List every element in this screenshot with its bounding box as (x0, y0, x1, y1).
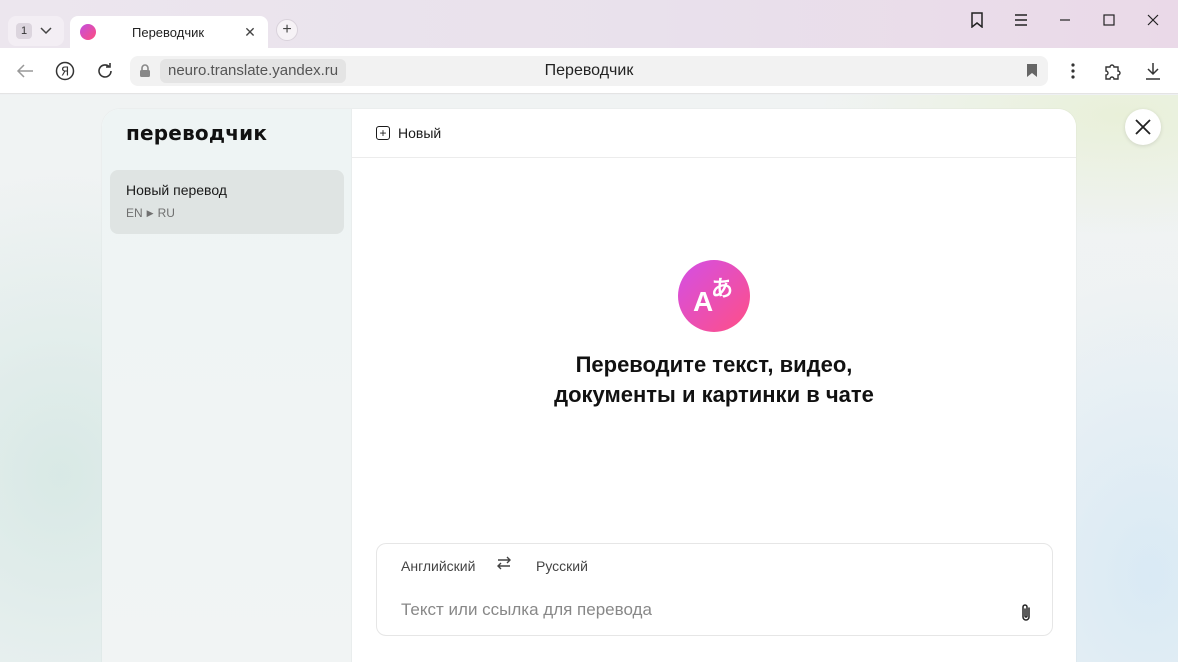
history-item[interactable]: Новый перевод EN ▶ RU (110, 170, 344, 234)
paperclip-icon[interactable] (1017, 602, 1035, 624)
translation-composer: Английский Русский (376, 543, 1053, 636)
browser-tab[interactable]: Переводчик ✕ (70, 16, 268, 48)
history-item-langs: EN ▶ RU (126, 206, 328, 220)
translator-app: переводчик Новый перевод EN ▶ RU + Новый… (102, 109, 1076, 662)
page-viewport: переводчик Новый перевод EN ▶ RU + Новый… (0, 95, 1178, 662)
sidebar: переводчик Новый перевод EN ▶ RU (102, 109, 352, 662)
new-translation-button[interactable]: + Новый (376, 123, 441, 143)
translator-favicon-icon (80, 24, 96, 40)
chevron-down-icon (40, 27, 52, 35)
translation-input[interactable] (401, 600, 1001, 620)
tab-strip: 1 Переводчик ✕ + (0, 0, 1178, 48)
brand-logo[interactable]: переводчик (126, 121, 267, 145)
swap-languages-icon[interactable] (497, 556, 511, 574)
minimize-icon[interactable] (1054, 9, 1076, 31)
logo-glyph: あ (711, 276, 734, 301)
tab-close-icon[interactable]: ✕ (242, 24, 258, 41)
address-bar[interactable]: neuro.translate.yandex.ru Переводчик (130, 56, 1048, 86)
svg-text:Я: Я (61, 65, 69, 79)
menu-icon[interactable] (1010, 9, 1032, 31)
hero-heading: Переводите текст, видео, документы и кар… (352, 350, 1076, 410)
more-options-icon[interactable] (1061, 59, 1085, 83)
reload-icon[interactable] (93, 59, 117, 83)
window-close-icon[interactable] (1142, 9, 1164, 31)
main-panel: + Новый A あ Переводите текст, видео, док… (352, 109, 1076, 662)
history-item-title: Новый перевод (126, 182, 227, 198)
hero-line-1: Переводите текст, видео, (575, 352, 853, 377)
maximize-icon[interactable] (1098, 9, 1120, 31)
new-tab-button[interactable]: + (276, 19, 298, 41)
main-header: + Новый (352, 109, 1076, 158)
extensions-icon[interactable] (1101, 59, 1125, 83)
url-chip[interactable]: neuro.translate.yandex.ru (160, 59, 347, 83)
new-translation-label: Новый (398, 125, 442, 141)
close-overlay-button[interactable] (1125, 109, 1161, 145)
back-arrow-icon[interactable] (13, 59, 37, 83)
history-source-lang: EN (126, 206, 143, 220)
lock-icon (140, 64, 150, 77)
tab-counter-button[interactable]: 1 (8, 16, 64, 46)
target-language-selector[interactable]: Русский (536, 558, 588, 574)
download-icon[interactable] (1141, 59, 1165, 83)
yandex-logo-icon[interactable]: Я (53, 59, 77, 83)
bookmark-icon[interactable] (1026, 63, 1038, 78)
bookmarks-panel-icon[interactable] (966, 9, 988, 31)
close-icon (1135, 119, 1151, 135)
hero-line-2: документы и картинки в чате (554, 382, 874, 407)
source-language-selector[interactable]: Английский (401, 558, 475, 574)
tab-count: 1 (16, 23, 32, 39)
history-target-lang: RU (157, 206, 175, 220)
browser-toolbar: Я neuro.translate.yandex.ru Переводчик (0, 48, 1178, 94)
play-arrow-icon: ▶ (146, 207, 154, 218)
translate-logo-icon: A あ (678, 260, 750, 332)
plus-square-icon: + (376, 126, 390, 140)
tab-title: Переводчик (132, 24, 205, 40)
